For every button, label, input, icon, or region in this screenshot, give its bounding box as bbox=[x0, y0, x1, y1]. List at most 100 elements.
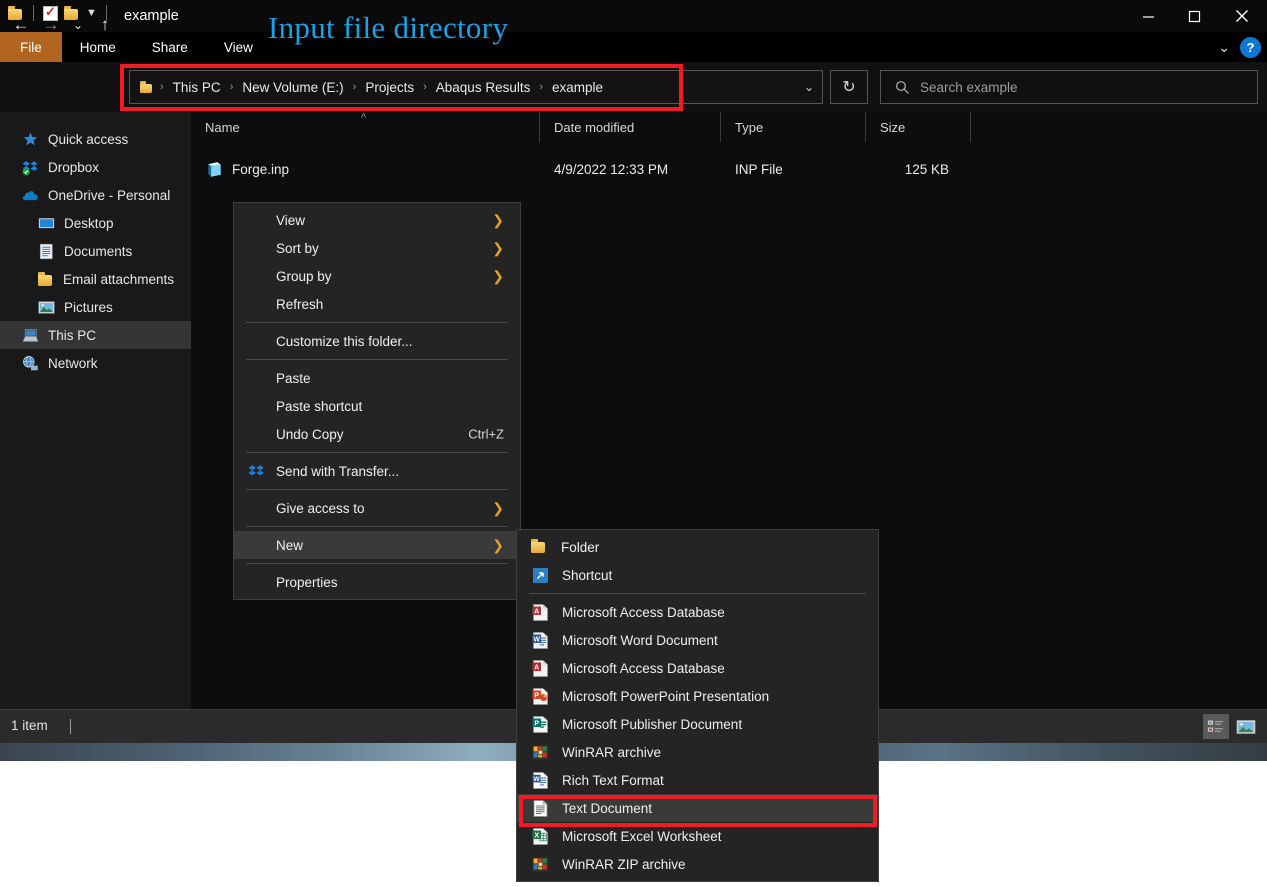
large-icons-view-icon[interactable] bbox=[1233, 714, 1259, 739]
search-placeholder: Search example bbox=[920, 79, 1018, 95]
file-size-cell: 125 KB bbox=[904, 161, 949, 177]
submenu-item-shortcut[interactable]: Shortcut bbox=[517, 561, 878, 589]
sidebar-item-documents[interactable]: Documents bbox=[0, 237, 191, 265]
context-menu-item-undo-copy[interactable]: Undo Copy Ctrl+Z bbox=[234, 420, 520, 448]
details-view-icon[interactable] bbox=[1203, 714, 1229, 739]
dropbox-icon bbox=[22, 160, 38, 175]
svg-text:X: X bbox=[534, 832, 539, 839]
submenu-item-microsoft-access-database-2[interactable]: A Microsoft Access Database bbox=[517, 654, 878, 682]
refresh-button[interactable]: ↻ bbox=[830, 70, 868, 104]
help-button[interactable]: ? bbox=[1240, 36, 1261, 58]
breadcrumb-separator: › bbox=[352, 81, 357, 93]
context-menu-item-view[interactable]: View ❯ bbox=[234, 206, 520, 234]
sidebar-item-label: Pictures bbox=[64, 299, 113, 315]
submenu-label: Text Document bbox=[562, 800, 653, 816]
submenu-label: WinRAR ZIP archive bbox=[562, 856, 686, 872]
sidebar-item-network[interactable]: Network bbox=[0, 349, 191, 377]
sidebar-item-label: Quick access bbox=[48, 131, 129, 147]
context-menu-item-refresh[interactable]: Refresh bbox=[234, 290, 520, 318]
tab-view[interactable]: View bbox=[206, 32, 271, 62]
context-menu-item-sort-by[interactable]: Sort by ❯ bbox=[234, 234, 520, 262]
breadcrumb-dropdown-button[interactable]: ⌄ bbox=[790, 70, 828, 104]
back-button[interactable]: ← bbox=[6, 10, 36, 40]
svg-text:P: P bbox=[534, 692, 539, 699]
submenu-item-folder[interactable]: Folder bbox=[517, 533, 878, 561]
file-date-cell: 4/9/2022 12:33 PM bbox=[554, 161, 669, 177]
submenu-item-text-document[interactable]: Text Document bbox=[517, 794, 878, 822]
context-menu-label: Group by bbox=[276, 268, 332, 284]
submenu-item-winrar-archive[interactable]: WinRAR archive bbox=[517, 738, 878, 766]
up-button[interactable]: ↑ bbox=[90, 10, 120, 40]
breadcrumb-item-example[interactable]: example bbox=[546, 80, 609, 95]
context-menu-item-new[interactable]: New ❯ bbox=[234, 531, 520, 559]
close-button[interactable] bbox=[1217, 0, 1267, 32]
breadcrumb-item-abaqus-results[interactable]: Abaqus Results bbox=[430, 80, 537, 95]
context-menu-label: View bbox=[276, 212, 306, 228]
submenu-item-microsoft-excel-worksheet[interactable]: X Microsoft Excel Worksheet bbox=[517, 822, 878, 850]
sidebar-item-onedrive[interactable]: OneDrive - Personal bbox=[0, 181, 191, 209]
title-bar: ▼ example bbox=[0, 0, 1267, 32]
file-name-label: Forge.inp bbox=[232, 161, 290, 177]
shortcut-icon bbox=[533, 567, 548, 583]
maximize-button[interactable] bbox=[1171, 0, 1217, 32]
sidebar-item-dropbox[interactable]: Dropbox bbox=[0, 153, 191, 181]
minimize-button[interactable] bbox=[1125, 0, 1171, 32]
context-menu-item-paste[interactable]: Paste bbox=[234, 364, 520, 392]
submenu-item-winrar-zip-archive[interactable]: WinRAR ZIP archive bbox=[517, 850, 878, 878]
tab-share[interactable]: Share bbox=[134, 32, 206, 62]
publisher-icon: P bbox=[532, 715, 548, 733]
textdocument-icon bbox=[533, 799, 548, 817]
svg-text:A: A bbox=[534, 608, 539, 615]
breadcrumb-item-projects[interactable]: Projects bbox=[359, 80, 420, 95]
sidebar-item-quick-access[interactable]: Quick access bbox=[0, 125, 191, 153]
breadcrumb-separator: › bbox=[229, 81, 234, 93]
breadcrumb[interactable]: › This PC › New Volume (E:) › Projects ›… bbox=[129, 70, 823, 104]
context-menu-label: Send with Transfer... bbox=[276, 463, 400, 479]
context-menu-item-paste-shortcut[interactable]: Paste shortcut bbox=[234, 392, 520, 420]
forward-button[interactable]: → bbox=[36, 10, 66, 40]
winrar-icon bbox=[532, 856, 549, 872]
svg-text:P: P bbox=[534, 720, 539, 727]
pictures-icon bbox=[38, 300, 55, 314]
submenu-item-microsoft-access-database-1[interactable]: A Microsoft Access Database bbox=[517, 598, 878, 626]
chevron-right-icon: ❯ bbox=[492, 240, 504, 256]
context-menu-item-group-by[interactable]: Group by ❯ bbox=[234, 262, 520, 290]
column-header-size[interactable]: Size bbox=[866, 112, 971, 142]
context-menu-item-customize-this-folder[interactable]: Customize this folder... bbox=[234, 327, 520, 355]
recent-locations-button[interactable]: ⌄ bbox=[66, 10, 90, 40]
submenu-label: Microsoft Access Database bbox=[562, 604, 725, 620]
submenu-label: Rich Text Format bbox=[562, 772, 664, 788]
breadcrumb-item-new-volume[interactable]: New Volume (E:) bbox=[236, 80, 349, 95]
context-menu-label: Properties bbox=[276, 574, 338, 590]
winrar-icon bbox=[532, 744, 549, 760]
submenu-item-microsoft-powerpoint-presentation[interactable]: P Microsoft PowerPoint Presentation bbox=[517, 682, 878, 710]
annotation-heading: Input file directory bbox=[268, 10, 509, 45]
breadcrumb-item-this-pc[interactable]: This PC bbox=[167, 80, 227, 95]
sidebar-item-this-pc[interactable]: This PC bbox=[0, 321, 191, 349]
sidebar-item-email-attachments[interactable]: Email attachments bbox=[0, 265, 191, 293]
context-menu-item-give-access-to[interactable]: Give access to ❯ bbox=[234, 494, 520, 522]
svg-text:A: A bbox=[534, 664, 539, 671]
chevron-down-icon[interactable]: ⌄ bbox=[1218, 39, 1230, 56]
column-header-type[interactable]: Type bbox=[721, 112, 866, 142]
table-row[interactable]: Forge.inp 4/9/2022 12:33 PM INP File 125… bbox=[191, 156, 1267, 182]
powerpoint-icon: P bbox=[532, 687, 548, 705]
context-menu-label: Paste bbox=[276, 370, 311, 386]
breadcrumb-separator: › bbox=[423, 81, 427, 93]
context-menu-item-properties[interactable]: Properties bbox=[234, 568, 520, 596]
chevron-right-icon: ❯ bbox=[492, 212, 504, 228]
context-menu-item-send-with-transfer[interactable]: Send with Transfer... bbox=[234, 457, 520, 485]
sidebar-item-desktop[interactable]: Desktop bbox=[0, 209, 191, 237]
wordpad-icon: W bbox=[532, 771, 548, 789]
context-menu: View ❯ Sort by ❯ Group by ❯ Refresh Cust… bbox=[233, 202, 521, 600]
submenu-item-rich-text-format[interactable]: W Rich Text Format bbox=[517, 766, 878, 794]
sidebar-item-label: Email attachments bbox=[63, 271, 175, 287]
submenu-separator bbox=[529, 593, 866, 594]
search-input[interactable]: Search example bbox=[880, 70, 1258, 104]
submenu-label: Microsoft Excel Worksheet bbox=[562, 828, 722, 844]
submenu-label: Microsoft Publisher Document bbox=[562, 716, 743, 732]
sidebar-item-pictures[interactable]: Pictures bbox=[0, 293, 191, 321]
submenu-item-microsoft-publisher-document[interactable]: P Microsoft Publisher Document bbox=[517, 710, 878, 738]
column-header-date-modified[interactable]: Date modified bbox=[540, 112, 721, 142]
submenu-item-microsoft-word-document[interactable]: W Microsoft Word Document bbox=[517, 626, 878, 654]
